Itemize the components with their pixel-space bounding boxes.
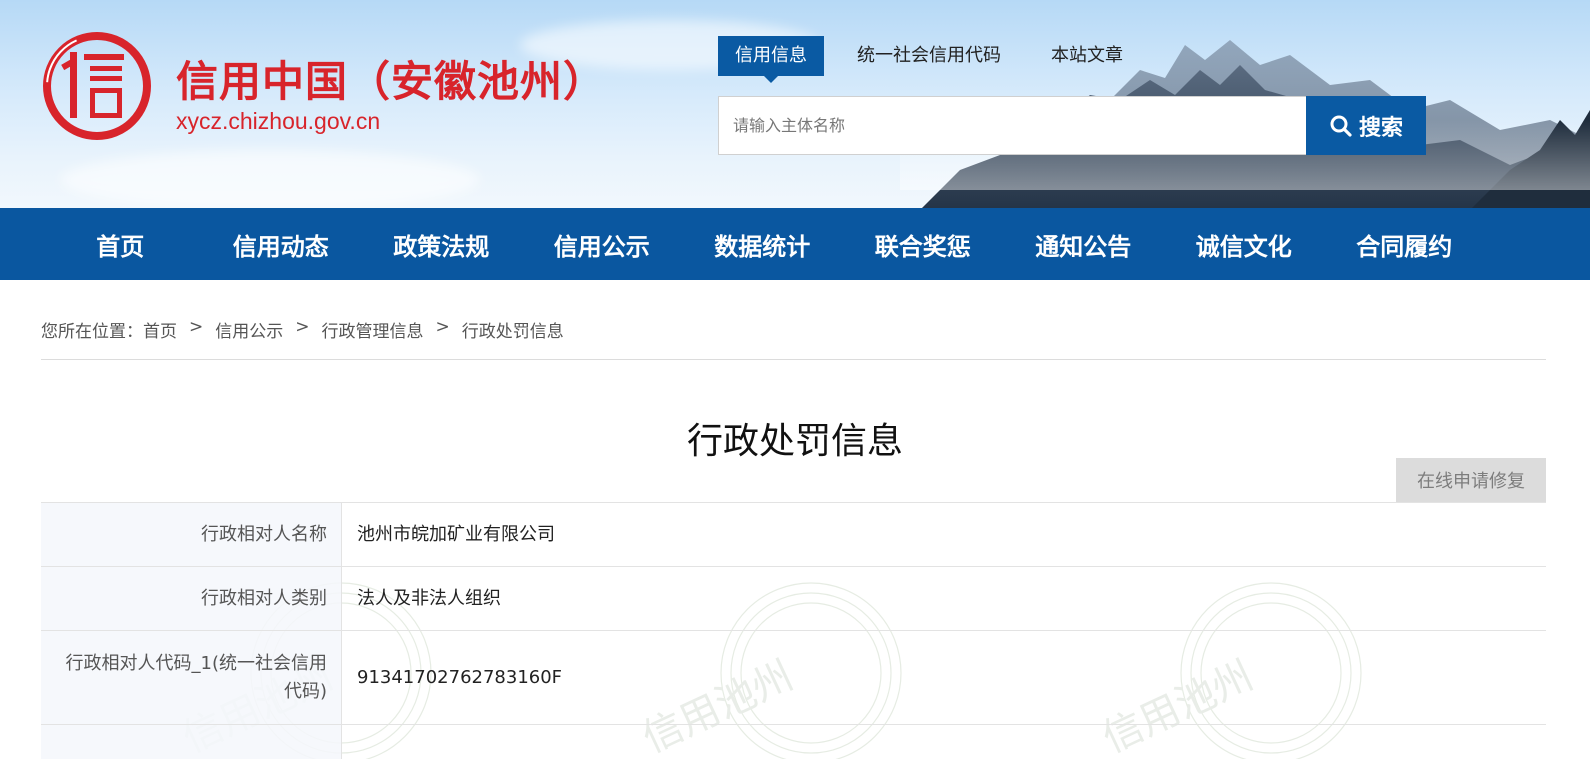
page-title: 行政处罚信息 — [686, 421, 903, 462]
search-input[interactable] — [718, 96, 1306, 155]
table-row — [41, 725, 1546, 759]
breadcrumb-item-admin-info[interactable]: 行政管理信息 — [322, 317, 424, 342]
row-value: 91341702762783160F — [357, 666, 563, 688]
search-tab-site-articles[interactable]: 本站文章 — [1034, 36, 1140, 76]
nav-item-joint-rewards[interactable]: 联合奖惩 — [843, 227, 1004, 262]
row-value: 法人及非法人组织 — [357, 587, 501, 609]
main-nav: 首页 信用动态 政策法规 信用公示 数据统计 联合奖惩 通知公告 诚信文化 合同… — [0, 208, 1590, 280]
breadcrumb-item-penalty-info[interactable]: 行政处罚信息 — [462, 317, 564, 342]
site-title[interactable]: 信用中国（安徽池州） — [176, 48, 606, 109]
table-row: 行政相对人类别 法人及非法人组织 — [41, 567, 1546, 631]
breadcrumb-item-home[interactable]: 首页 — [143, 317, 177, 342]
nav-item-policies[interactable]: 政策法规 — [361, 227, 522, 262]
breadcrumb-prefix: 您所在位置： — [41, 322, 143, 342]
site-url[interactable]: xycz.chizhou.gov.cn — [176, 108, 380, 135]
breadcrumb: 您所在位置： 首页 > 信用公示 > 行政管理信息 > 行政处罚信息 — [41, 317, 564, 342]
row-value: 池州市皖加矿业有限公司 — [357, 523, 555, 545]
breadcrumb-item-credit-publicity[interactable]: 信用公示 — [215, 317, 283, 342]
search-button[interactable]: 搜索 — [1306, 96, 1426, 155]
nav-item-integrity-culture[interactable]: 诚信文化 — [1164, 227, 1325, 262]
row-label: 行政相对人代码_1(统一社会信用代码) — [41, 631, 342, 724]
table-row: 行政相对人代码_1(统一社会信用代码) 91341702762783160F — [41, 631, 1546, 725]
site-header: 信用中国（安徽池州） xycz.chizhou.gov.cn 信用信息 统一社会… — [0, 0, 1590, 210]
breadcrumb-separator: > — [189, 317, 204, 337]
breadcrumb-divider — [41, 359, 1546, 360]
search-tabs: 信用信息 统一社会信用代码 本站文章 — [718, 36, 1156, 83]
nav-item-statistics[interactable]: 数据统计 — [682, 227, 843, 262]
search-tab-credit-code[interactable]: 统一社会信用代码 — [840, 36, 1018, 76]
nav-item-contract[interactable]: 合同履约 — [1324, 227, 1485, 262]
table-row: 行政相对人名称 池州市皖加矿业有限公司 — [41, 503, 1546, 567]
nav-item-home[interactable]: 首页 — [40, 227, 201, 262]
row-label: 行政相对人名称 — [41, 503, 342, 566]
row-label: 行政相对人类别 — [41, 567, 342, 630]
online-repair-button[interactable]: 在线申请修复 — [1396, 458, 1546, 502]
search-icon — [1330, 115, 1352, 137]
nav-item-credit-news[interactable]: 信用动态 — [201, 227, 362, 262]
row-label — [41, 725, 342, 759]
breadcrumb-separator: > — [435, 317, 450, 337]
row-value — [342, 725, 1546, 759]
search-tab-credit-info[interactable]: 信用信息 — [718, 36, 824, 83]
breadcrumb-separator: > — [295, 317, 310, 337]
xin-seal-logo[interactable] — [40, 32, 158, 140]
penalty-info-table: 信用池州 信用池州 信用池州 行政相对人名称 池州市皖加矿业有限公司 行政相对人… — [41, 502, 1546, 759]
nav-item-credit-publicity[interactable]: 信用公示 — [522, 227, 683, 262]
nav-item-notices[interactable]: 通知公告 — [1003, 227, 1164, 262]
search-button-label: 搜索 — [1358, 115, 1403, 141]
